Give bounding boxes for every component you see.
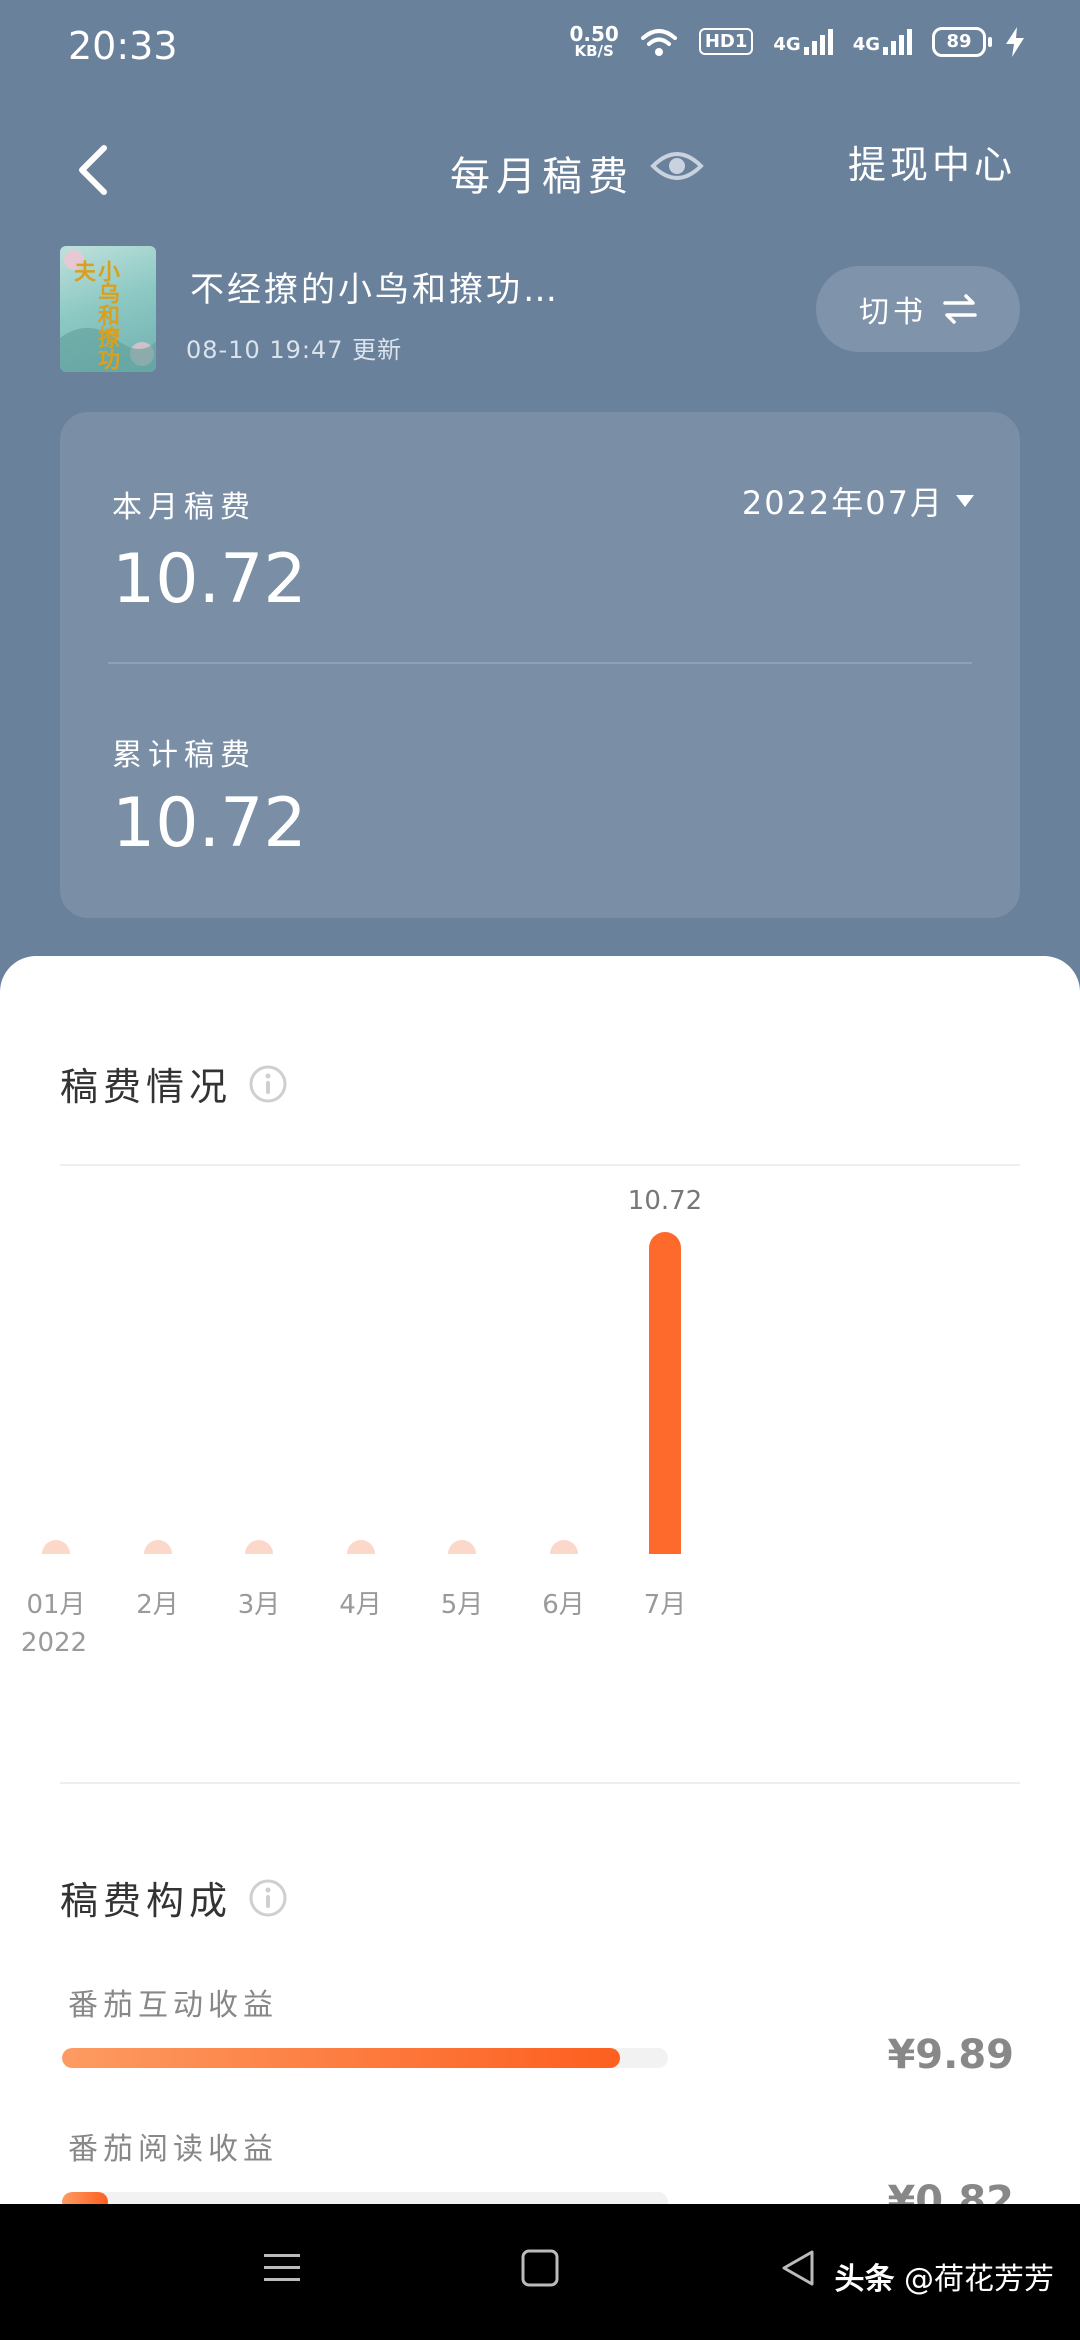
signal-icon-sim2: 4G [852,28,912,55]
battery-icon: 89 [932,26,992,57]
switch-book-label: 切书 [859,295,927,330]
book-cover[interactable]: 小乌和撩功夫 [60,246,156,372]
chart-bar[interactable] [143,1540,172,1554]
chart-bar[interactable] [649,1232,681,1554]
x-axis-tick-label: 5月 [440,1590,484,1620]
net-speed: 0.50 KB/S [569,24,618,59]
total-earnings-amount: 10.72 [112,784,307,863]
earnings-chart-title: 稿费情况 [60,1065,233,1109]
chart-bar[interactable] [549,1540,578,1554]
cover-text: 小乌和撩功夫 [70,260,119,370]
eye-icon[interactable] [650,146,704,186]
month-earnings-amount: 10.72 [112,540,307,619]
net-speed-value: 0.50 [569,22,619,46]
page-header: 每月稿费 提现中心 [0,120,1080,220]
composition-heading: 稿费构成 [60,1870,288,1925]
composition-title: 稿费构成 [60,1879,233,1923]
content-panel: 稿费情况 2022 01月 2月 3月 4月 5月 6月 10.72 7月 稿费构成 番茄互动… [0,956,1080,2224]
hd-badge: HD1 [698,28,754,55]
menu-icon[interactable] [262,2248,302,2288]
x-axis-tick-label: 7月 [643,1590,687,1620]
watermark-user: @荷花芳芳 [904,2262,1054,2297]
chart-bar[interactable] [245,1540,273,1554]
month-selector-value: 2022年07月 [741,484,944,522]
watermark: 头条 @荷花芳芳 [834,2254,1054,2298]
sim2-label: 4G [852,33,880,55]
home-square-icon[interactable] [520,2248,560,2288]
signal-icon-sim1: 4G [773,28,833,55]
back-arrow-icon[interactable] [66,140,126,200]
info-icon[interactable] [248,1878,288,1918]
net-speed-unit: KB/S [574,42,614,60]
info-icon[interactable] [248,1064,288,1104]
x-axis-year-label: 2022 [20,1628,88,1658]
x-axis-tick-label: 01月 [26,1590,86,1620]
composition-progress-track [62,2048,668,2068]
composition-item-label: 番茄阅读收益 [68,2132,278,2167]
section-divider [60,1164,1020,1166]
composition-item-amount: ¥9.89 [887,2032,1014,2078]
charging-icon [1006,26,1024,57]
dropdown-caret-icon [956,495,974,507]
sim1-label: 4G [773,33,801,55]
month-earnings-label: 本月稿费 [112,490,256,525]
x-axis-tick-label: 6月 [542,1590,585,1620]
chart-bar[interactable] [448,1540,476,1554]
month-selector[interactable]: 2022年07月 [742,478,974,524]
total-earnings-label: 累计稿费 [112,738,256,773]
earnings-chart-heading: 稿费情况 [60,1056,288,1111]
book-info: 小乌和撩功夫 不经撩的小鸟和撩功… 08-10 19:47 更新 切书 [0,240,1080,380]
page-title: 每月稿费 [450,154,634,200]
book-update-time: 08-10 19:47 更新 [186,336,403,364]
swap-arrows-icon [943,294,977,324]
x-axis-tick-label: 4月 [339,1590,382,1620]
earnings-bar-chart: 2022 01月 2月 3月 4月 5月 6月 10.72 7月 [0,1176,1080,1696]
system-nav-bar: 头条 @荷花芳芳 [0,2204,1080,2340]
switch-book-button[interactable]: 切书 [816,266,1020,352]
chart-bar[interactable] [42,1540,70,1554]
status-icons: 0.50 KB/S HD1 4G 4G 89 [569,24,1024,59]
status-time: 20:33 [68,24,178,68]
watermark-brand: 头条 [834,2262,895,2297]
book-title: 不经撩的小鸟和撩功… [190,270,560,310]
x-axis-tick-label: 2月 [136,1590,179,1620]
back-triangle-icon[interactable] [778,2248,818,2288]
card-divider [108,662,972,664]
composition-progress-fill [62,2048,620,2068]
chart-bar-value-label: 10.72 [627,1186,703,1216]
earnings-summary-card: 本月稿费 2022年07月 10.72 累计稿费 10.72 [60,412,1020,918]
withdraw-center-link[interactable]: 提现中心 [848,134,1016,189]
composition-item-label: 番茄互动收益 [68,1988,278,2023]
x-axis-tick-label: 3月 [237,1590,281,1620]
status-bar: 20:33 0.50 KB/S HD1 4G 4G 89 [0,0,1080,96]
wifi-icon [640,28,677,56]
chart-bar[interactable] [346,1540,375,1554]
section-divider [60,1782,1020,1784]
